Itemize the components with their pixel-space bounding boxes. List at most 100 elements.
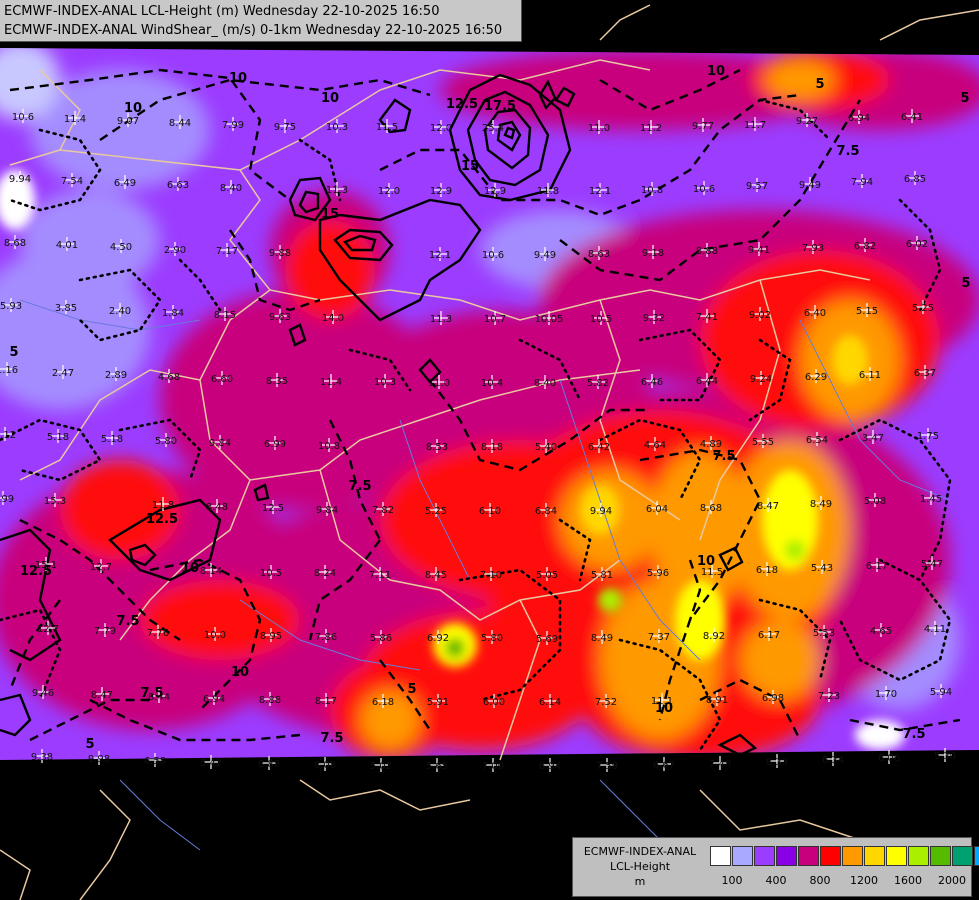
grid-value: 11.0: [428, 378, 450, 389]
legend-swatch: [842, 846, 863, 866]
contour-label: 7.5: [348, 479, 371, 494]
lcl-height-map: 10.6 11.4 9.07 8.44 7.99 9.75 10.3 11.5 12.0 25.4…: [0, 0, 979, 900]
grid-value: 8.48: [206, 502, 228, 513]
grid-value: 2.89: [105, 370, 127, 381]
grid-value: 9.84: [209, 438, 231, 449]
grid-value: 11.7: [744, 120, 766, 131]
grid-value: 5.65: [426, 761, 448, 772]
grid-value: 7.99: [0, 494, 14, 505]
grid-value: 12.9: [484, 186, 506, 197]
grid-value: 7.76: [147, 628, 169, 639]
grid-value: 2.90: [164, 245, 186, 256]
grid-value: 8.18: [481, 442, 503, 453]
grid-value: 7.94: [851, 177, 873, 188]
grid-value: 8.88: [258, 759, 280, 770]
grid-value: 5.86: [370, 633, 392, 644]
legend-swatch: [820, 846, 841, 866]
legend-tick: 400: [765, 874, 787, 887]
grid-value: 9.57: [746, 181, 768, 192]
grid-value: 3.85: [55, 303, 77, 314]
contour-label: 12.5: [20, 564, 52, 579]
grid-value: 6.46: [641, 377, 663, 388]
contour-label: 7.5: [116, 614, 139, 629]
grid-value: 8.92: [703, 631, 725, 642]
grid-value: 6.94: [203, 694, 225, 705]
grid-value: 9.41: [748, 245, 770, 256]
grid-value: 9.07: [117, 116, 139, 127]
contour-label: 7.5: [836, 144, 859, 159]
contour-label: 10: [707, 64, 725, 79]
grid-value: 8.08: [314, 760, 336, 771]
contour-label: 10: [229, 71, 247, 86]
grid-value: 11.4: [64, 114, 86, 125]
grid-value: 9.94: [590, 506, 612, 517]
grid-value: 6.94: [539, 761, 561, 772]
grid-value: 9.27: [796, 116, 818, 127]
grid-value: 1.70: [875, 689, 897, 700]
grid-value: 6.34: [822, 755, 844, 766]
grid-value: 8.44: [169, 118, 191, 129]
grid-value: 8.35: [266, 376, 288, 387]
grid-value: 9.88: [269, 248, 291, 259]
grid-value: 6.82: [854, 241, 876, 252]
grid-value: 5.94: [930, 687, 952, 698]
contour-label: 12.5: [146, 512, 178, 527]
contour-label: 10: [231, 665, 249, 680]
map-title-line-2: ECMWF-INDEX-ANAL WindShear_ (m/s) 0-1km …: [4, 23, 503, 38]
contour-label: 10: [124, 101, 142, 116]
grid-value: 6.11: [859, 370, 881, 381]
grid-value: 8.14: [200, 566, 222, 577]
grid-value: 9.49: [534, 250, 556, 261]
grid-value: 7.41: [696, 312, 718, 323]
contour-label: 5: [407, 682, 416, 697]
grid-value: 11.8: [537, 186, 559, 197]
grid-value: 6.67: [653, 760, 675, 771]
grid-value: 6.98: [762, 693, 784, 704]
grid-value: 5.91: [427, 697, 449, 708]
grid-value: 9.46: [32, 688, 54, 699]
grid-value: 12.0: [378, 186, 400, 197]
grid-value: 5.25: [425, 506, 447, 517]
grid-value: 6.18: [372, 697, 394, 708]
grid-value: 5.05: [536, 570, 558, 581]
grid-value: 8.47: [757, 501, 779, 512]
contour-label: 10: [655, 701, 673, 716]
grid-value: 4.01: [56, 240, 78, 251]
grid-value: 7.23: [818, 691, 840, 702]
grid-value: 12.7: [37, 624, 59, 635]
grid-value: 5.80: [481, 633, 503, 644]
grid-value: 12.1: [429, 250, 451, 261]
grid-value: 4.11: [924, 624, 946, 635]
grid-value: 5.69: [536, 634, 558, 645]
grid-value: 6.37: [914, 368, 936, 379]
contour-label: 10: [321, 91, 339, 106]
grid-value: 5.02: [370, 761, 392, 772]
grid-value: 6.40: [804, 308, 826, 319]
grid-value: 9.24: [750, 374, 772, 385]
grid-value: 10.8: [318, 441, 340, 452]
legend-tick: 2000: [938, 874, 966, 887]
grid-value: 8.45: [425, 570, 447, 581]
grid-value: 14.0: [322, 313, 344, 324]
contour-label: 5: [815, 77, 824, 92]
grid-value: 6.18: [756, 565, 778, 576]
grid-value: 10.4: [481, 378, 503, 389]
legend-swatches: [710, 846, 979, 866]
grid-value: 6.10: [479, 506, 501, 517]
grid-value: 12.7: [90, 562, 112, 573]
grid-value: 1.75: [917, 431, 939, 442]
grid-value: 6.99: [264, 439, 286, 450]
grid-value: 9.49: [799, 180, 821, 191]
grid-value: 5.15: [856, 306, 878, 317]
contour-label: 5: [9, 345, 18, 360]
legend-swatch: [864, 846, 885, 866]
map-title-box: ECMWF-INDEX-ANAL LCL-Height (m) Wednesda…: [0, 0, 522, 42]
grid-value: 8.49: [591, 633, 613, 644]
grid-value: 8.88: [259, 695, 281, 706]
grid-value: 6.92: [427, 633, 449, 644]
grid-value: 7.52: [595, 697, 617, 708]
grid-value: 6.54: [806, 435, 828, 446]
grid-value: 5.18: [47, 432, 69, 443]
legend-title: ECMWF-INDEX-ANAL LCL-Height m: [573, 844, 707, 889]
grid-value: 8.49: [810, 499, 832, 510]
